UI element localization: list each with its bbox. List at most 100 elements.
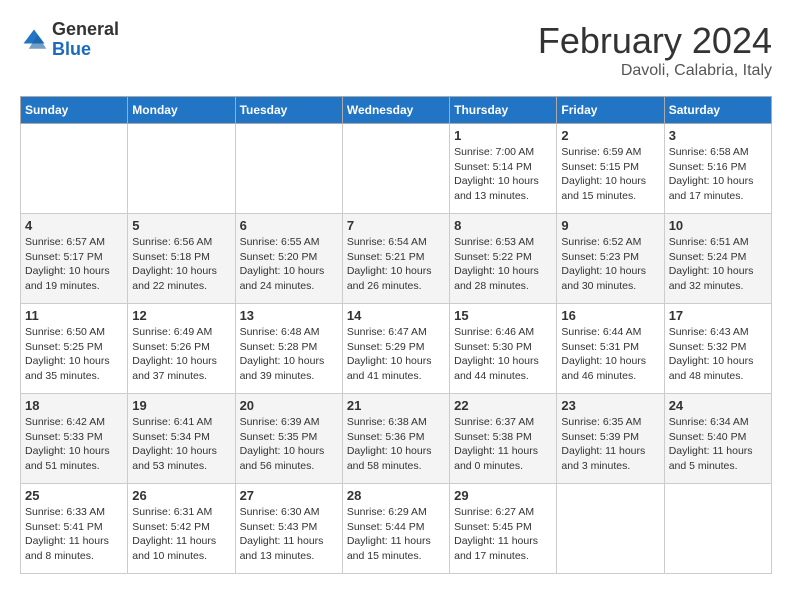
weekday-header: Monday bbox=[128, 97, 235, 124]
calendar-day-cell: 5 Sunrise: 6:56 AM Sunset: 5:18 PM Daylig… bbox=[128, 214, 235, 304]
calendar-day-cell: 28Sunrise: 6:29 AM Sunset: 5:44 PM Dayli… bbox=[342, 484, 449, 574]
calendar-day-cell bbox=[21, 124, 128, 214]
day-number: 3 bbox=[669, 128, 767, 143]
title-block: February 2024 Davoli, Calabria, Italy bbox=[538, 20, 772, 80]
weekday-header: Saturday bbox=[664, 97, 771, 124]
day-number: 13 bbox=[240, 308, 338, 323]
day-number: 15 bbox=[454, 308, 552, 323]
day-number: 14 bbox=[347, 308, 445, 323]
logo-general-text: General bbox=[52, 19, 119, 39]
day-number: 25 bbox=[25, 488, 123, 503]
day-number: 22 bbox=[454, 398, 552, 413]
calendar-day-cell: 26 Sunrise: 6:31 AM Sunset: 5:42 PM Dayli… bbox=[128, 484, 235, 574]
day-number: 27 bbox=[240, 488, 338, 503]
day-info: Sunrise: 6:49 AM Sunset: 5:26 PM Dayligh… bbox=[132, 325, 230, 384]
calendar-day-cell: 17 Sunrise: 6:43 AM Sunset: 5:32 PM Dayli… bbox=[664, 304, 771, 394]
day-number: 18 bbox=[25, 398, 123, 413]
calendar-day-cell bbox=[342, 124, 449, 214]
day-info: Sunrise: 6:48 AM Sunset: 5:28 PM Dayligh… bbox=[240, 325, 338, 384]
calendar-day-cell: 2 Sunrise: 6:59 AM Sunset: 5:15 PM Daylig… bbox=[557, 124, 664, 214]
day-info: Sunrise: 6:43 AM Sunset: 5:32 PM Dayligh… bbox=[669, 325, 767, 384]
day-info: Sunrise: 7:00 AM Sunset: 5:14 PM Dayligh… bbox=[454, 145, 552, 204]
calendar-day-cell: 14 Sunrise: 6:47 AM Sunset: 5:29 PM Dayli… bbox=[342, 304, 449, 394]
day-number: 8 bbox=[454, 218, 552, 233]
day-number: 20 bbox=[240, 398, 338, 413]
day-info: Sunrise: 6:44 AM Sunset: 5:31 PM Dayligh… bbox=[561, 325, 659, 384]
calendar-day-cell: 10Sunrise: 6:51 AM Sunset: 5:24 PM Dayli… bbox=[664, 214, 771, 304]
day-number: 9 bbox=[561, 218, 659, 233]
day-number: 6 bbox=[240, 218, 338, 233]
day-number: 12 bbox=[132, 308, 230, 323]
weekday-header: Wednesday bbox=[342, 97, 449, 124]
day-info: Sunrise: 6:53 AM Sunset: 5:22 PM Dayligh… bbox=[454, 235, 552, 294]
calendar-week-row: 18 Sunrise: 6:42 AM Sunset: 5:33 PM Dayli… bbox=[21, 394, 772, 484]
calendar-day-cell: 22Sunrise: 6:37 AM Sunset: 5:38 PM Dayli… bbox=[450, 394, 557, 484]
day-number: 24 bbox=[669, 398, 767, 413]
calendar-day-cell bbox=[557, 484, 664, 574]
calendar-week-row: 1Sunrise: 7:00 AM Sunset: 5:14 PM Daylig… bbox=[21, 124, 772, 214]
day-info: Sunrise: 6:55 AM Sunset: 5:20 PM Dayligh… bbox=[240, 235, 338, 294]
weekday-header: Thursday bbox=[450, 97, 557, 124]
day-info: Sunrise: 6:46 AM Sunset: 5:30 PM Dayligh… bbox=[454, 325, 552, 384]
weekday-header: Tuesday bbox=[235, 97, 342, 124]
calendar-day-cell: 24 Sunrise: 6:34 AM Sunset: 5:40 PM Dayli… bbox=[664, 394, 771, 484]
day-number: 19 bbox=[132, 398, 230, 413]
day-info: Sunrise: 6:52 AM Sunset: 5:23 PM Dayligh… bbox=[561, 235, 659, 294]
logo: General Blue bbox=[20, 20, 119, 60]
calendar-day-cell: 23 Sunrise: 6:35 AM Sunset: 5:39 PM Dayli… bbox=[557, 394, 664, 484]
location-subtitle: Davoli, Calabria, Italy bbox=[538, 62, 772, 80]
day-info: Sunrise: 6:57 AM Sunset: 5:17 PM Dayligh… bbox=[25, 235, 123, 294]
day-info: Sunrise: 6:50 AM Sunset: 5:25 PM Dayligh… bbox=[25, 325, 123, 384]
weekday-header: Friday bbox=[557, 97, 664, 124]
calendar-day-cell: 18 Sunrise: 6:42 AM Sunset: 5:33 PM Dayli… bbox=[21, 394, 128, 484]
day-number: 2 bbox=[561, 128, 659, 143]
calendar-day-cell: 11 Sunrise: 6:50 AM Sunset: 5:25 PM Dayli… bbox=[21, 304, 128, 394]
day-number: 16 bbox=[561, 308, 659, 323]
day-number: 29 bbox=[454, 488, 552, 503]
day-info: Sunrise: 6:31 AM Sunset: 5:42 PM Dayligh… bbox=[132, 505, 230, 564]
day-number: 23 bbox=[561, 398, 659, 413]
calendar-day-cell bbox=[235, 124, 342, 214]
calendar-day-cell: 13 Sunrise: 6:48 AM Sunset: 5:28 PM Dayli… bbox=[235, 304, 342, 394]
calendar-week-row: 4 Sunrise: 6:57 AM Sunset: 5:17 PM Daylig… bbox=[21, 214, 772, 304]
day-info: Sunrise: 6:35 AM Sunset: 5:39 PM Dayligh… bbox=[561, 415, 659, 474]
day-info: Sunrise: 6:42 AM Sunset: 5:33 PM Dayligh… bbox=[25, 415, 123, 474]
day-info: Sunrise: 6:27 AM Sunset: 5:45 PM Dayligh… bbox=[454, 505, 552, 564]
day-info: Sunrise: 6:30 AM Sunset: 5:43 PM Dayligh… bbox=[240, 505, 338, 564]
calendar-table: SundayMondayTuesdayWednesdayThursdayFrid… bbox=[20, 96, 772, 574]
calendar-day-cell: 29 Sunrise: 6:27 AM Sunset: 5:45 PM Dayli… bbox=[450, 484, 557, 574]
calendar-day-cell bbox=[664, 484, 771, 574]
day-number: 5 bbox=[132, 218, 230, 233]
calendar-day-cell: 21 Sunrise: 6:38 AM Sunset: 5:36 PM Dayli… bbox=[342, 394, 449, 484]
day-info: Sunrise: 6:38 AM Sunset: 5:36 PM Dayligh… bbox=[347, 415, 445, 474]
month-title: February 2024 bbox=[538, 20, 772, 62]
calendar-day-cell: 25 Sunrise: 6:33 AM Sunset: 5:41 PM Dayli… bbox=[21, 484, 128, 574]
logo-icon bbox=[20, 26, 48, 54]
day-info: Sunrise: 6:41 AM Sunset: 5:34 PM Dayligh… bbox=[132, 415, 230, 474]
calendar-day-cell: 9 Sunrise: 6:52 AM Sunset: 5:23 PM Daylig… bbox=[557, 214, 664, 304]
day-info: Sunrise: 6:54 AM Sunset: 5:21 PM Dayligh… bbox=[347, 235, 445, 294]
day-info: Sunrise: 6:51 AM Sunset: 5:24 PM Dayligh… bbox=[669, 235, 767, 294]
page-header: General Blue February 2024 Davoli, Calab… bbox=[20, 20, 772, 80]
day-number: 26 bbox=[132, 488, 230, 503]
day-number: 17 bbox=[669, 308, 767, 323]
day-number: 21 bbox=[347, 398, 445, 413]
day-info: Sunrise: 6:59 AM Sunset: 5:15 PM Dayligh… bbox=[561, 145, 659, 204]
calendar-day-cell: 15 Sunrise: 6:46 AM Sunset: 5:30 PM Dayli… bbox=[450, 304, 557, 394]
day-number: 11 bbox=[25, 308, 123, 323]
calendar-day-cell: 12 Sunrise: 6:49 AM Sunset: 5:26 PM Dayli… bbox=[128, 304, 235, 394]
day-number: 28 bbox=[347, 488, 445, 503]
day-info: Sunrise: 6:47 AM Sunset: 5:29 PM Dayligh… bbox=[347, 325, 445, 384]
day-number: 7 bbox=[347, 218, 445, 233]
weekday-header-row: SundayMondayTuesdayWednesdayThursdayFrid… bbox=[21, 97, 772, 124]
day-info: Sunrise: 6:56 AM Sunset: 5:18 PM Dayligh… bbox=[132, 235, 230, 294]
day-number: 4 bbox=[25, 218, 123, 233]
calendar-day-cell: 20Sunrise: 6:39 AM Sunset: 5:35 PM Dayli… bbox=[235, 394, 342, 484]
calendar-day-cell: 27 Sunrise: 6:30 AM Sunset: 5:43 PM Dayli… bbox=[235, 484, 342, 574]
logo-blue-text: Blue bbox=[52, 39, 91, 59]
calendar-day-cell: 7 Sunrise: 6:54 AM Sunset: 5:21 PM Daylig… bbox=[342, 214, 449, 304]
day-info: Sunrise: 6:33 AM Sunset: 5:41 PM Dayligh… bbox=[25, 505, 123, 564]
day-info: Sunrise: 6:34 AM Sunset: 5:40 PM Dayligh… bbox=[669, 415, 767, 474]
calendar-day-cell: 1Sunrise: 7:00 AM Sunset: 5:14 PM Daylig… bbox=[450, 124, 557, 214]
calendar-day-cell: 3Sunrise: 6:58 AM Sunset: 5:16 PM Daylig… bbox=[664, 124, 771, 214]
